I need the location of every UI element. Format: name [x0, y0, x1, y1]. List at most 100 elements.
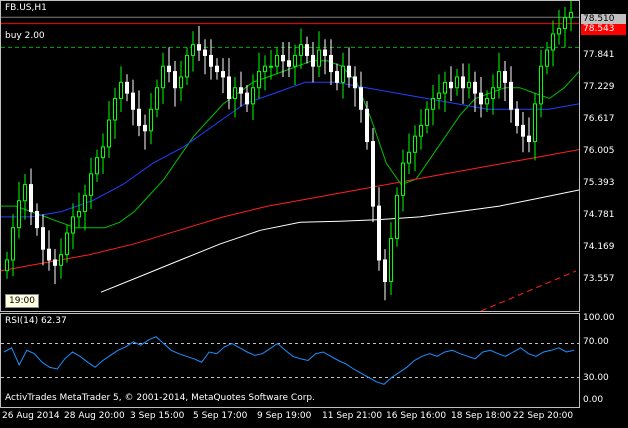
candle-body [143, 124, 147, 132]
candle-body [545, 49, 549, 67]
candle-body [155, 87, 159, 110]
candle-body [449, 81, 453, 89]
candle-body [125, 81, 129, 94]
candle-body [557, 28, 561, 35]
moving-average-line [100, 189, 579, 293]
y-tick-label: 77.229 [583, 82, 615, 92]
candle-body [83, 194, 87, 213]
footer-copyright: ActivTrades MetaTrader 5, © 2001-2014, M… [5, 393, 315, 403]
ask-price-label: 78.543 [581, 24, 626, 35]
candle-body [215, 65, 219, 73]
candle-body [431, 97, 435, 110]
price-plot-area[interactable] [0, 0, 580, 312]
x-tick-label: 5 Sep 17:00 [193, 411, 248, 421]
candle-body [359, 87, 363, 110]
candle-body [485, 97, 489, 105]
candle-body [149, 108, 153, 132]
candle-body [551, 33, 555, 51]
candle-body [203, 49, 207, 56]
candle-body [371, 141, 375, 207]
candle-body [437, 92, 441, 99]
candle-body [269, 65, 273, 68]
candle-body [245, 92, 249, 105]
rsi-title: RSI(14) 62.37 [5, 316, 67, 326]
y-tick-label: 73.557 [583, 274, 615, 284]
candle-body [419, 124, 423, 137]
candle-body [5, 259, 9, 272]
x-tick-label: 28 Aug 20:00 [64, 411, 125, 421]
candle-body [197, 44, 201, 51]
candle-body [131, 92, 135, 110]
candle-body [209, 54, 213, 67]
candle-body [455, 76, 459, 89]
candle-body [329, 54, 333, 73]
candle-body [167, 65, 171, 73]
candle-body [317, 49, 321, 67]
rsi-y-tick-label: 100.00 [583, 313, 615, 323]
candle-body [521, 124, 525, 137]
candle-body [515, 108, 519, 126]
candle-body [503, 71, 507, 83]
candle-body [179, 76, 183, 89]
candle-body [185, 54, 189, 78]
candle-body [413, 135, 417, 153]
price-chart-pane[interactable]: FB.US,H1 buy 2.00 78.510 78.543 77.841 7… [0, 0, 628, 312]
candle-body [113, 97, 117, 121]
candle-body [77, 211, 81, 218]
x-tick-label: 18 Sep 18:00 [451, 411, 512, 421]
moving-average-line [1, 81, 579, 218]
candle-body [407, 151, 411, 164]
x-tick-label: 3 Sep 15:00 [130, 411, 185, 421]
rsi-y-tick-label: 0.00 [583, 395, 604, 405]
x-tick-label: 26 Aug 2014 [2, 411, 60, 421]
candle-body [233, 87, 237, 99]
candle-body [287, 60, 291, 67]
y-tick-label: 74.169 [583, 242, 615, 252]
y-tick-label: 74.781 [583, 210, 615, 220]
candle-body [305, 44, 309, 56]
candle-body [107, 119, 111, 148]
candle-body [425, 108, 429, 126]
candle-body [227, 76, 231, 99]
candle-body [137, 108, 141, 126]
x-tick-label: 22 Sep 20:00 [513, 411, 574, 421]
candle-body [59, 254, 63, 266]
projection-line [480, 270, 577, 311]
crosshair-time-label: 19:00 [5, 294, 39, 308]
candle-body [353, 76, 357, 89]
candle-body [119, 81, 123, 99]
candle-body [311, 54, 315, 67]
candle-body [533, 103, 537, 143]
candle-body [461, 76, 465, 89]
x-tick-label: 16 Sep 16:00 [386, 411, 447, 421]
y-tick-label: 75.393 [583, 178, 615, 188]
candle-body [491, 87, 495, 99]
candle-body [395, 194, 399, 239]
candle-body [35, 211, 39, 229]
candle-body [221, 71, 225, 78]
candle-body [323, 49, 327, 56]
candle-body [497, 71, 501, 89]
candle-body [95, 157, 99, 175]
candle-body [47, 248, 51, 261]
price-chart-svg [1, 1, 579, 311]
candle-body [389, 237, 393, 282]
candle-body [281, 54, 285, 62]
candle-body [11, 227, 15, 261]
candle-body [89, 173, 93, 196]
candle-body [479, 92, 483, 105]
candle-body [101, 146, 105, 159]
order-line-label[interactable]: buy 2.00 [5, 31, 45, 41]
candle-body [173, 71, 177, 89]
rsi-y-tick-label: 70.00 [583, 337, 609, 347]
candle-body [17, 200, 21, 229]
candle-body [335, 71, 339, 83]
candle-body [377, 205, 381, 261]
y-tick-label: 76.617 [583, 114, 615, 124]
candle-body [341, 65, 345, 83]
candle-body [365, 108, 369, 143]
rsi-y-tick-label: 30.00 [583, 373, 609, 383]
candle-body [65, 232, 69, 256]
candle-body [539, 65, 543, 105]
candle-body [161, 65, 165, 89]
